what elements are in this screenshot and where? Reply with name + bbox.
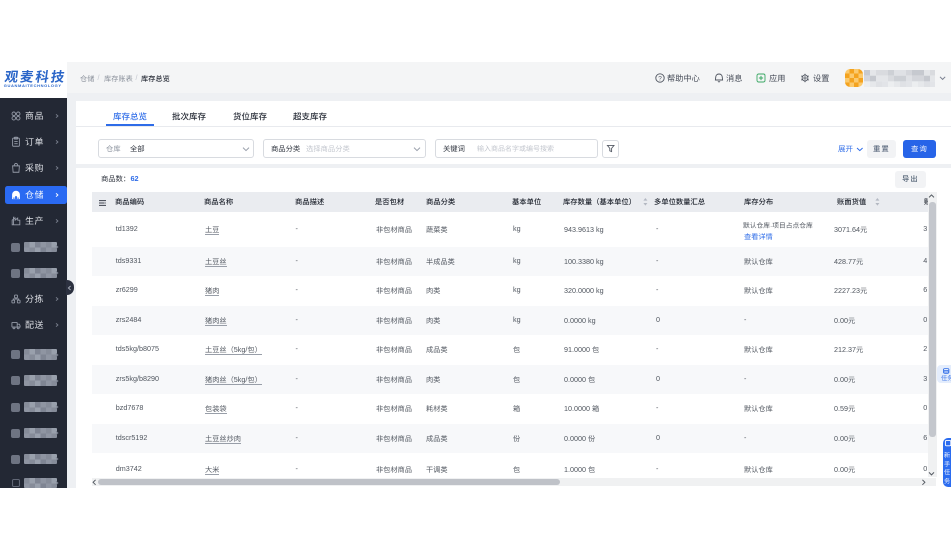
svg-text:0.00: 0.00: [834, 375, 848, 384]
svg-text:0.00: 0.00: [834, 434, 848, 443]
svg-text:1.0000: 1.0000: [564, 465, 586, 474]
svg-text:212.37: 212.37: [834, 345, 856, 354]
svg-text:10.0000: 10.0000: [564, 404, 590, 413]
svg-text:0.00: 0.00: [834, 316, 848, 325]
svg-text:0.0000 kg: 0.0000 kg: [564, 316, 596, 325]
svg-text:943.9613 kg: 943.9613 kg: [564, 225, 604, 234]
svg-text:0.0000: 0.0000: [564, 375, 586, 384]
svg-text:91.0000: 91.0000: [564, 345, 590, 354]
svg-text:2227.23: 2227.23: [834, 286, 860, 295]
svg-text:?: ?: [658, 75, 662, 82]
svg-text:5kg/: 5kg/: [234, 375, 248, 384]
svg-text:3071.64: 3071.64: [834, 225, 860, 234]
svg-text:0.0000: 0.0000: [564, 434, 586, 443]
svg-text:5kg/: 5kg/: [234, 345, 248, 354]
svg-text:·: ·: [770, 223, 772, 230]
svg-text:0.59: 0.59: [834, 404, 848, 413]
svg-text:320.0000 kg: 320.0000 kg: [564, 286, 604, 295]
svg-text:100.3380 kg: 100.3380 kg: [564, 257, 604, 266]
svg-text:428.77: 428.77: [834, 257, 856, 266]
svg-text:0.00: 0.00: [834, 465, 848, 474]
